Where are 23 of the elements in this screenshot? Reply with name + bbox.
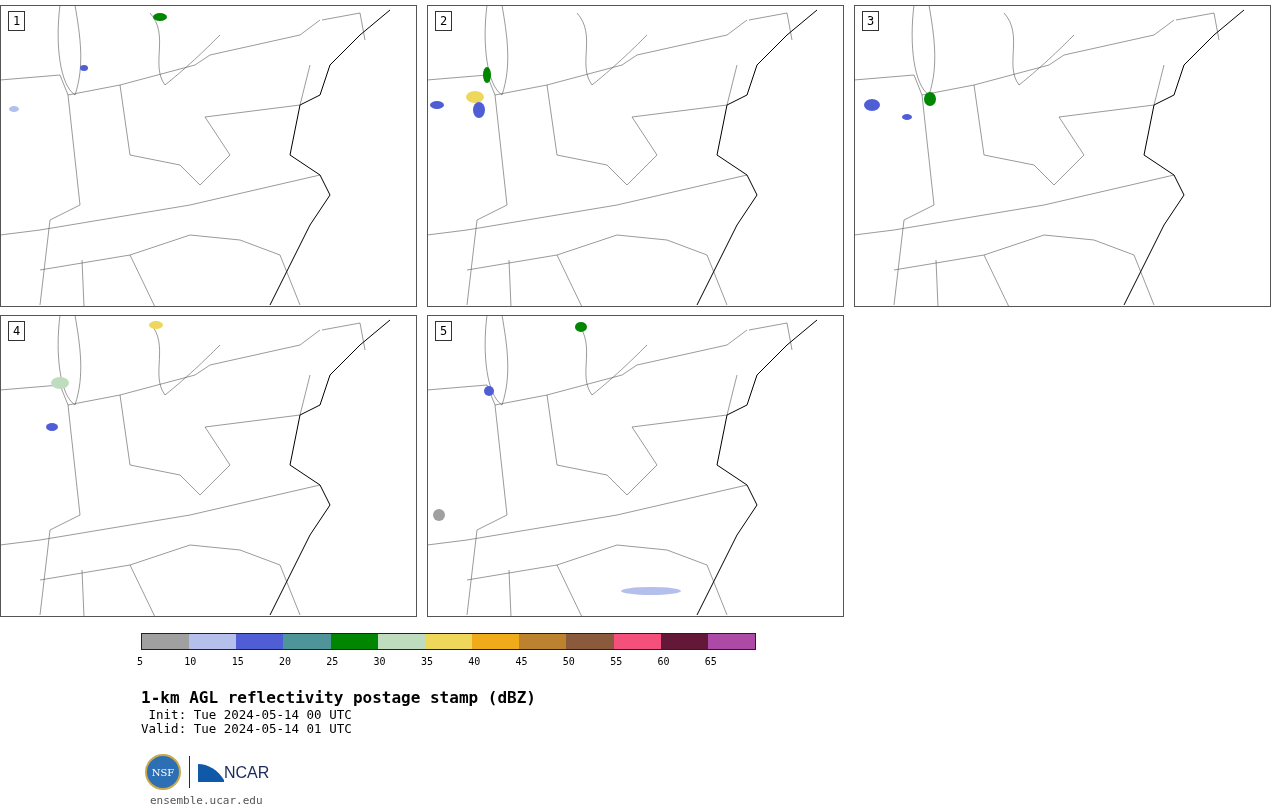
- tick-label: 25: [326, 656, 339, 668]
- ncar-logo: NCAR: [198, 762, 270, 782]
- tick-label: 10: [184, 656, 197, 668]
- panel-number: 2: [435, 11, 453, 31]
- tick-label: 15: [231, 656, 244, 668]
- panel-number: 5: [435, 321, 453, 341]
- tick-label: 50: [562, 656, 575, 668]
- tick-label: 35: [420, 656, 433, 668]
- panel-number: 3: [862, 11, 880, 31]
- tick-label: 40: [468, 656, 481, 668]
- init-time: Init: Tue 2024-05-14 00 UTC: [147, 708, 353, 722]
- panel-number: 1: [8, 11, 26, 31]
- tick-label: 65: [704, 656, 717, 668]
- tick-label: 45: [515, 656, 528, 668]
- nsf-logo: NSF: [145, 754, 181, 790]
- tick-label: 5: [137, 656, 144, 668]
- chart-title: 1-km AGL reflectivity postage stamp (dBZ): [141, 688, 537, 708]
- tick-label: 30: [373, 656, 386, 668]
- tick-label: 60: [657, 656, 670, 668]
- tick-label: 20: [278, 656, 291, 668]
- panel-number: 4: [8, 321, 26, 341]
- tick-label: 55: [610, 656, 623, 668]
- valid-time: Valid: Tue 2024-05-14 01 UTC: [141, 722, 353, 736]
